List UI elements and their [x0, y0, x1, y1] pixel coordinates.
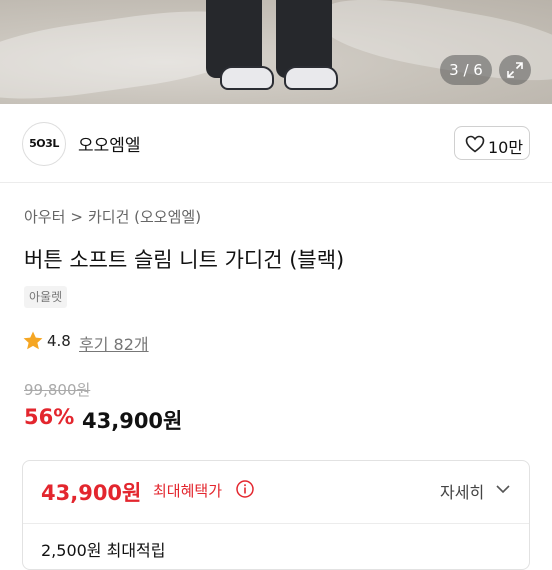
max-benefit-label: 최대혜택가: [153, 482, 223, 500]
sneaker: [284, 66, 338, 90]
info-icon[interactable]: [235, 479, 255, 499]
outlet-badge: 아울렛: [24, 286, 68, 308]
chevron-down-icon[interactable]: [495, 482, 511, 496]
breadcrumb-item[interactable]: 카디건 (오오엠엘): [88, 208, 201, 226]
brand-name[interactable]: 오오엠엘: [78, 131, 141, 156]
brand-logo[interactable]: 5O3L: [22, 122, 66, 166]
rating-score: 4.8: [47, 332, 71, 350]
brand-row[interactable]: 5O3L 오오엠엘 10만: [0, 104, 552, 183]
benefit-box: 43,900원 최대혜택가 자세히 2,500원 최대적립: [22, 460, 530, 570]
product-title: 버튼 소프트 슬림 니트 가디건 (블랙): [24, 248, 345, 272]
star-icon: [23, 331, 43, 350]
reviews-link[interactable]: 후기 82개: [79, 331, 149, 355]
breadcrumb: 아우터 > 카디건 (오오엠엘): [24, 206, 201, 227]
heart-icon: [465, 135, 485, 153]
product-image[interactable]: 3 / 6: [0, 0, 552, 104]
breadcrumb-item[interactable]: 아우터: [24, 208, 65, 226]
max-points: 2,500원 최대적립: [41, 541, 166, 560]
expand-icon: [507, 62, 523, 78]
discount-rate: 56%: [24, 405, 75, 429]
image-counter: 3 / 6: [440, 55, 492, 85]
detail-toggle[interactable]: 자세히: [440, 479, 484, 503]
original-price: 99,800원: [24, 381, 91, 399]
divider: [23, 523, 529, 524]
expand-button[interactable]: [499, 55, 531, 85]
sale-price: 43,900원: [82, 409, 183, 433]
like-button[interactable]: 10만: [454, 126, 530, 160]
sneaker: [220, 66, 274, 90]
like-count: 10만: [488, 138, 524, 157]
breadcrumb-separator: >: [70, 208, 83, 226]
max-benefit-price: 43,900원: [41, 481, 142, 505]
